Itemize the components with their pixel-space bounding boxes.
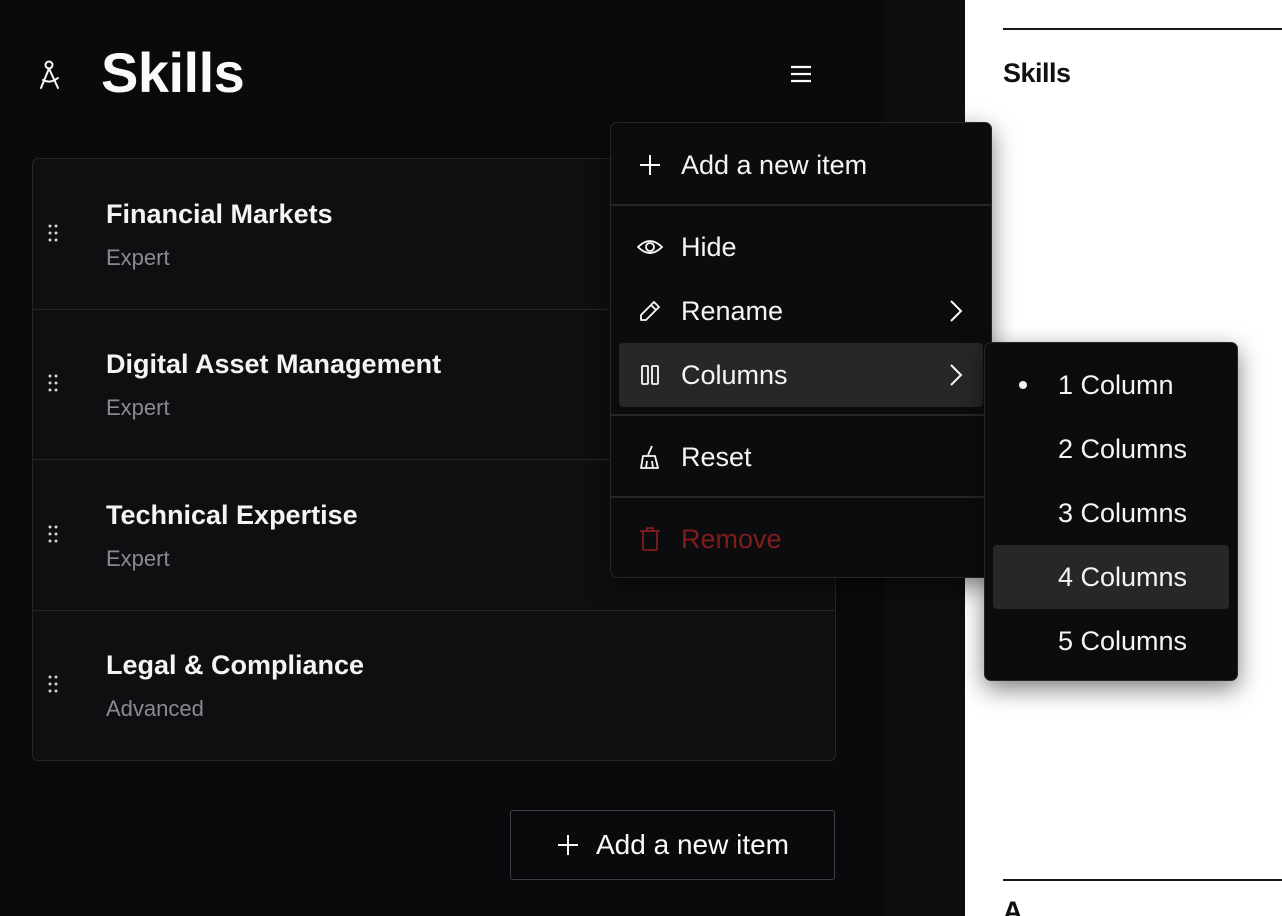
drag-handle-icon[interactable]: [47, 674, 59, 694]
menu-item-rename[interactable]: Rename: [619, 279, 983, 343]
item-name: Financial Markets: [106, 199, 333, 229]
selected-indicator-icon: [1019, 381, 1027, 389]
drag-handle-icon[interactable]: [47, 373, 59, 393]
menu-item-add[interactable]: Add a new item: [619, 133, 983, 197]
plus-icon: [640, 155, 660, 175]
menu-item-reset[interactable]: Reset: [619, 425, 983, 489]
menu-separator: [611, 496, 991, 498]
menu-item-label: Rename: [681, 295, 784, 326]
column-option-label: 3 Columns: [1058, 497, 1188, 528]
column-option-label: 1 Column: [1058, 369, 1174, 400]
menu-separator: [611, 414, 991, 416]
column-option[interactable]: 4 Columns: [993, 545, 1229, 609]
item-level: Expert: [106, 546, 170, 571]
column-option-label: 2 Columns: [1058, 433, 1188, 464]
preview-rule: [1003, 28, 1282, 30]
pencil-icon: [640, 301, 660, 321]
item-level: Advanced: [106, 696, 204, 721]
menu-item-columns[interactable]: Columns: [619, 343, 983, 407]
compass-icon: [40, 60, 59, 89]
add-item-label: Add a new item: [596, 829, 789, 860]
section-title: Skills: [101, 41, 245, 104]
add-item-button[interactable]: Add a new item: [510, 810, 835, 880]
hamburger-icon: [791, 65, 811, 83]
section-menu: Add a new item Hide Rename Columns Reset…: [610, 122, 992, 578]
column-option-label: 5 Columns: [1058, 625, 1188, 656]
menu-item-label: Remove: [681, 523, 782, 554]
preview-rule: [1003, 879, 1282, 881]
preview-section-title: Skills: [1003, 58, 1071, 88]
menu-item-label: Hide: [681, 231, 737, 262]
menu-item-label: Reset: [681, 441, 752, 472]
section-menu-button[interactable]: [782, 58, 820, 90]
menu-item-label: Add a new item: [681, 149, 868, 180]
broom-icon: [640, 445, 659, 469]
eye-icon: [637, 240, 663, 254]
item-level: Expert: [106, 395, 170, 420]
column-option[interactable]: 5 Columns: [993, 609, 1229, 673]
columns-submenu: 1 Column 2 Columns 3 Columns 4 Columns 5…: [984, 342, 1238, 681]
column-option-label: 4 Columns: [1058, 561, 1188, 592]
menu-item-hide[interactable]: Hide: [619, 215, 983, 279]
column-option[interactable]: 1 Column: [993, 353, 1229, 417]
item-name: Digital Asset Management: [106, 349, 442, 379]
list-item[interactable]: Legal & Compliance Advanced: [33, 610, 835, 760]
drag-handle-icon[interactable]: [47, 223, 59, 243]
chevron-right-icon: [950, 364, 963, 386]
item-name: Technical Expertise: [106, 500, 358, 530]
menu-item-remove[interactable]: Remove: [619, 507, 983, 571]
drag-handle-icon[interactable]: [47, 524, 59, 544]
chevron-right-icon: [950, 300, 963, 322]
menu-item-label: Columns: [681, 359, 788, 390]
column-option[interactable]: 2 Columns: [993, 417, 1229, 481]
item-level: Expert: [106, 245, 170, 270]
menu-separator: [611, 204, 991, 206]
item-name: Legal & Compliance: [106, 650, 365, 680]
trash-icon: [640, 527, 660, 551]
columns-icon: [641, 365, 659, 385]
plus-icon: [558, 835, 578, 855]
column-option[interactable]: 3 Columns: [993, 481, 1229, 545]
preview-next-section: A: [1003, 896, 1023, 916]
